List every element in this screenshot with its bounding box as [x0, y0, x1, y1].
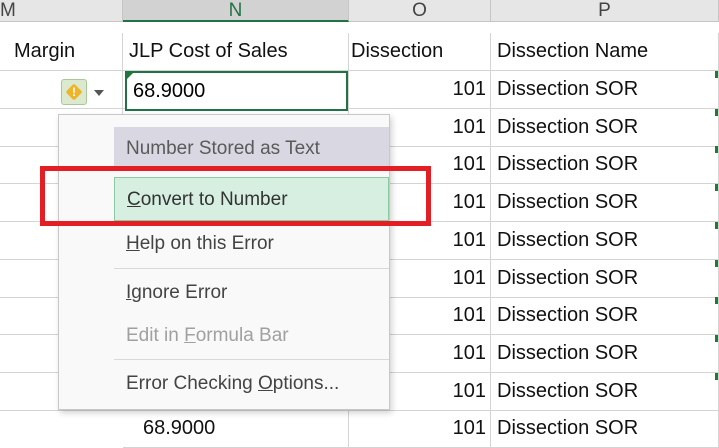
column-letter: P [598, 0, 611, 21]
warning-symbol: ! [72, 85, 76, 99]
dissection-name-cell[interactable]: Dissection SOR [491, 335, 719, 373]
menu-label-part: elp on this Error [139, 233, 274, 254]
dissection-name-cell[interactable]: Dissection SOR [491, 373, 719, 411]
menu-label-part: Edit in [126, 325, 185, 346]
header-dissection-name[interactable]: Dissection Name [491, 33, 719, 71]
menu-item-ignore-error[interactable]: Ignore Error [114, 271, 389, 315]
column-letter: O [412, 0, 427, 21]
column-header-m[interactable]: M [0, 0, 123, 22]
header-margin[interactable]: Margin [0, 33, 123, 71]
error-indicator-icon [715, 297, 718, 304]
highlight-annotation-box [40, 166, 431, 226]
dissection-name-cell[interactable]: Dissection SOR [491, 297, 719, 335]
menu-item-error-checking-options[interactable]: Error Checking Options... [114, 362, 389, 406]
partial-dissection-cell[interactable]: 101 [349, 410, 491, 448]
warning-icon: ! [61, 79, 87, 105]
active-cell-value: 68.9000 [133, 80, 206, 102]
partial-cost-cell[interactable]: 68.9000 [123, 410, 349, 448]
menu-accelerator-key: H [126, 233, 140, 254]
error-checking-button[interactable]: ! [58, 77, 118, 107]
column-letter: M [0, 0, 16, 21]
error-indicator-icon [127, 73, 133, 79]
partial-name-cell[interactable]: Dissection SOR [491, 410, 719, 448]
column-header-n[interactable]: N [123, 0, 349, 22]
error-indicator-icon [715, 71, 718, 78]
menu-label-part: ptions... [272, 373, 340, 394]
menu-separator [114, 359, 389, 360]
error-indicator-icon [715, 335, 718, 342]
error-indicator-icon [715, 373, 718, 380]
dissection-name-cell[interactable]: Dissection SOR [491, 146, 719, 184]
column-letter: N [228, 0, 243, 21]
error-indicator-icon [715, 260, 718, 267]
active-cell-n[interactable]: 68.9000 [125, 71, 348, 111]
chevron-down-icon [94, 90, 104, 96]
dissection-cell[interactable]: 101 [349, 71, 491, 109]
menu-label-part: ormula Bar [195, 325, 289, 346]
column-header-p[interactable]: P [491, 0, 719, 22]
menu-label-part: Error Checking [126, 373, 258, 394]
menu-accelerator-key: F [184, 325, 196, 346]
menu-accelerator-key: O [258, 373, 273, 394]
menu-item-help-on-error[interactable]: Help on this Error [114, 222, 389, 266]
dissection-name-cell[interactable]: Dissection SOR [491, 71, 719, 109]
column-header-o[interactable]: O [349, 0, 491, 22]
header-jlp-cost-of-sales[interactable]: JLP Cost of Sales [123, 33, 349, 71]
menu-separator [114, 268, 389, 269]
error-options-menu: Number Stored as Text Convert to Number … [58, 114, 390, 410]
menu-item-edit-in-formula-bar: Edit in Formula Bar [114, 314, 389, 358]
dissection-name-cell[interactable]: Dissection SOR [491, 184, 719, 222]
header-dissection[interactable]: Dissection [349, 33, 491, 71]
error-indicator-icon [715, 184, 718, 191]
menu-title: Number Stored as Text [114, 127, 389, 171]
error-indicator-icon [715, 109, 718, 116]
menu-label-part: gnore Error [131, 282, 228, 303]
dissection-name-cell[interactable]: Dissection SOR [491, 109, 719, 147]
dissection-name-cell[interactable]: Dissection SOR [491, 222, 719, 260]
error-indicator-icon [715, 222, 718, 229]
error-indicator-icon [715, 146, 718, 153]
dissection-name-cell[interactable]: Dissection SOR [491, 260, 719, 298]
